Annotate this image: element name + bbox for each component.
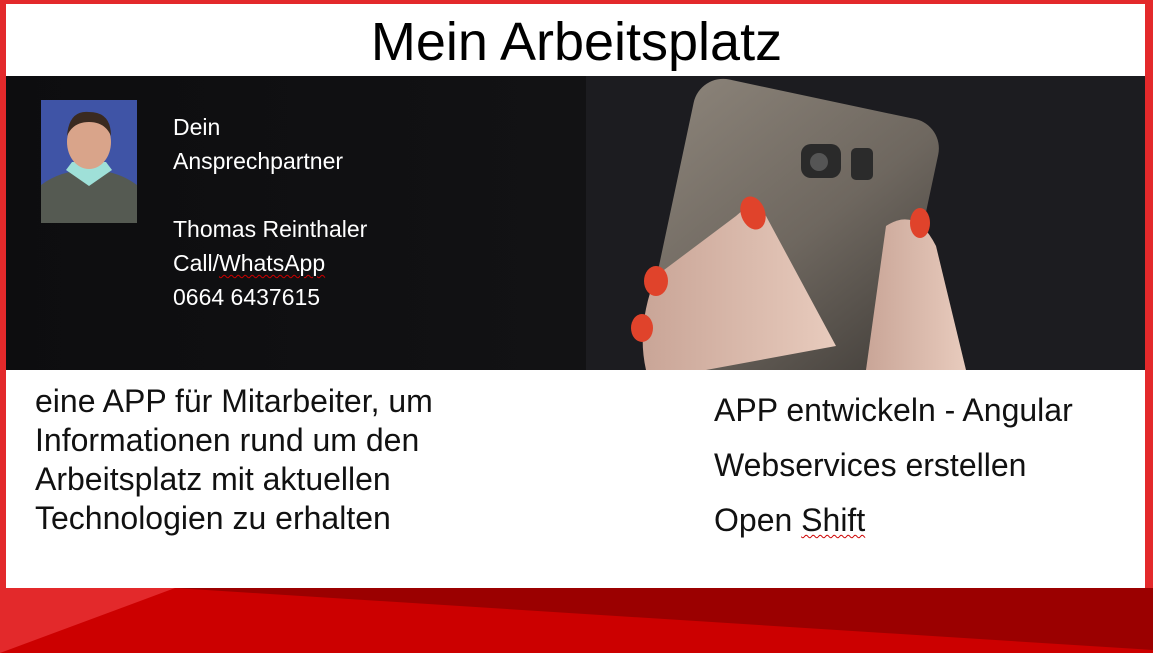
contact-call: Call/WhatsApp <box>173 250 326 276</box>
contact-phone: 0664 6437615 <box>173 284 321 310</box>
slide-title: Mein Arbeitsplatz <box>370 12 783 72</box>
contact-photo <box>41 100 137 223</box>
contact-label-line1: Dein <box>173 114 221 140</box>
task-item: Open Shift <box>714 502 866 538</box>
contact-label-line2: Ansprechpartner <box>173 148 344 174</box>
task-list: APP entwickeln - Angular Webservices ers… <box>714 388 1073 553</box>
app-description: eine APP für Mitarbeiter, um Information… <box>35 383 433 536</box>
footer-decoration <box>0 588 1153 653</box>
task-item: Webservices erstellen <box>714 447 1027 483</box>
whatsapp-text: WhatsApp <box>219 250 326 276</box>
contact-info: Dein Ansprechpartner Thomas Reinthaler C… <box>173 110 367 314</box>
contact-name: Thomas Reinthaler <box>173 216 368 242</box>
task-item: APP entwickeln - Angular <box>714 392 1073 428</box>
